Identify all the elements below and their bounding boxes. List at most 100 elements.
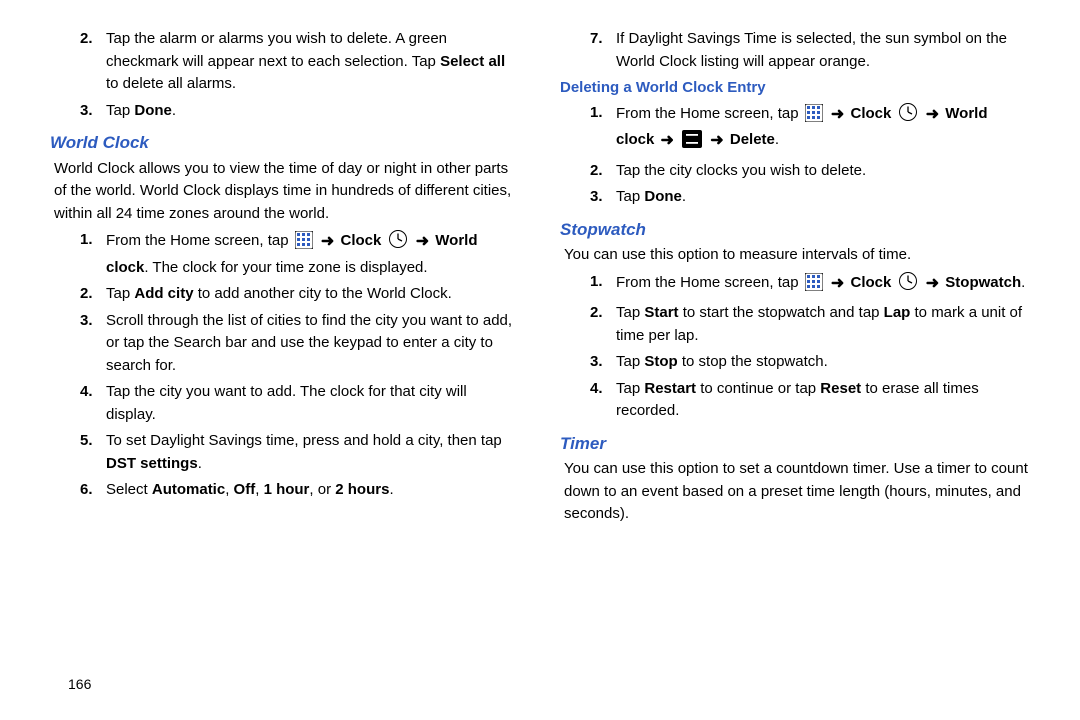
text-run — [381, 232, 385, 249]
step-body: From the Home screen, tap ➜ Clock ➜ Worl… — [106, 229, 520, 279]
text-run: Tap — [616, 304, 644, 321]
step-number: 4. — [590, 378, 616, 423]
text-run: Tap — [106, 102, 134, 119]
step-body: From the Home screen, tap ➜ Clock ➜ Stop… — [616, 271, 1030, 299]
arrow-right-icon: ➜ — [926, 276, 939, 292]
numbered-step: 1.From the Home screen, tap ➜ Clock ➜ Wo… — [50, 229, 520, 279]
numbered-step: 3.Scroll through the list of cities to f… — [50, 310, 520, 378]
step-body: Tap the city you want to add. The clock … — [106, 381, 520, 426]
step-body: Tap Add city to add another city to the … — [106, 283, 520, 306]
text-run: to stop the stopwatch. — [678, 353, 828, 370]
left-column: 2.Tap the alarm or alarms you wish to de… — [40, 28, 530, 720]
arrow-right-icon: ➜ — [416, 234, 429, 250]
text-run: 2 hours — [335, 481, 389, 498]
numbered-step: 3.Tap Done. — [560, 186, 1030, 209]
step-body: Tap the city clocks you wish to delete. — [616, 160, 1030, 183]
arrow-right-icon: ➜ — [321, 234, 334, 250]
step-body: Tap Done. — [106, 100, 520, 123]
right-column: 7.If Daylight Savings Time is selected, … — [550, 28, 1040, 720]
apps-grid-icon — [295, 231, 313, 257]
text-run — [704, 131, 708, 148]
text-run: Tap the city you want to add. The clock … — [106, 383, 467, 423]
text-run: Start — [644, 304, 678, 321]
text-run: to start the stopwatch and tap — [679, 304, 884, 321]
text-run: Tap — [616, 353, 644, 370]
arrow-right-icon: ➜ — [661, 133, 674, 149]
step-number: 2. — [80, 283, 106, 306]
text-run — [315, 232, 319, 249]
numbered-step: 4.Tap Restart to continue or tap Reset t… — [560, 378, 1030, 423]
text-run: Reset — [820, 380, 861, 397]
step-number: 3. — [590, 351, 616, 374]
arrow-right-icon: ➜ — [926, 107, 939, 123]
text-run — [891, 274, 895, 291]
step-number: 6. — [80, 479, 106, 502]
text-run: . — [775, 131, 779, 148]
step-number: 3. — [80, 100, 106, 123]
text-run: Tap — [106, 285, 134, 302]
step-number: 2. — [590, 160, 616, 183]
text-run: . — [682, 188, 686, 205]
text-run: Clock — [851, 105, 892, 122]
text-run: Delete — [730, 131, 775, 148]
step-number: 1. — [80, 229, 106, 279]
text-run: Scroll through the list of cities to fin… — [106, 312, 512, 374]
numbered-step: 3.Tap Done. — [50, 100, 520, 123]
numbered-step: 2.Tap the city clocks you wish to delete… — [560, 160, 1030, 183]
text-run: Stop — [644, 353, 677, 370]
numbered-step: 2.Tap Add city to add another city to th… — [50, 283, 520, 306]
text-run: Done — [134, 102, 172, 119]
intro-paragraph: You can use this option to measure inter… — [560, 244, 1030, 267]
text-run: . The clock for your time zone is displa… — [144, 259, 427, 276]
step-body: Select Automatic, Off, 1 hour, or 2 hour… — [106, 479, 520, 502]
text-run: If Daylight Savings Time is selected, th… — [616, 30, 1007, 70]
page-number: 166 — [68, 676, 91, 692]
text-run: to delete all alarms. — [106, 75, 236, 92]
apps-grid-icon — [805, 273, 823, 299]
step-number: 2. — [80, 28, 106, 96]
step-body: Tap Restart to continue or tap Reset to … — [616, 378, 1030, 423]
text-run — [920, 274, 924, 291]
text-run — [891, 105, 895, 122]
section-heading-timer: Timer — [560, 431, 1030, 457]
text-run: , — [255, 481, 263, 498]
apps-grid-icon — [805, 104, 823, 130]
step-body: Scroll through the list of cities to fin… — [106, 310, 520, 378]
text-run: DST settings — [106, 455, 198, 472]
step-body: If Daylight Savings Time is selected, th… — [616, 28, 1030, 73]
text-run — [676, 131, 680, 148]
text-run: , or — [309, 481, 335, 498]
text-run: Add city — [134, 285, 193, 302]
step-body: Tap Stop to stop the stopwatch. — [616, 351, 1030, 374]
numbered-step: 5.To set Daylight Savings time, press an… — [50, 430, 520, 475]
arrow-right-icon: ➜ — [831, 276, 844, 292]
text-run — [825, 274, 829, 291]
step-number: 3. — [80, 310, 106, 378]
text-run: Clock — [341, 232, 382, 249]
text-run: Select all — [440, 53, 505, 70]
text-run: Off — [234, 481, 256, 498]
numbered-step: 6.Select Automatic, Off, 1 hour, or 2 ho… — [50, 479, 520, 502]
text-run: Tap the alarm or alarms you wish to dele… — [106, 30, 447, 70]
text-run: Tap the city clocks you wish to delete. — [616, 162, 866, 179]
clock-icon — [898, 102, 918, 130]
text-run: to continue or tap — [696, 380, 820, 397]
text-run: . — [1021, 274, 1025, 291]
intro-paragraph: World Clock allows you to view the time … — [50, 158, 520, 226]
arrow-right-icon: ➜ — [831, 107, 844, 123]
text-run: To set Daylight Savings time, press and … — [106, 432, 502, 449]
text-run: From the Home screen, tap — [616, 274, 803, 291]
step-body: From the Home screen, tap ➜ Clock ➜ Worl… — [616, 102, 1030, 156]
section-heading-stopwatch: Stopwatch — [560, 217, 1030, 243]
step-number: 1. — [590, 102, 616, 156]
text-run: Automatic — [152, 481, 225, 498]
text-run: Stopwatch — [945, 274, 1021, 291]
text-run: From the Home screen, tap — [616, 105, 803, 122]
intro-paragraph: You can use this option to set a countdo… — [560, 458, 1030, 526]
step-body: Tap Done. — [616, 186, 1030, 209]
text-run: Tap — [616, 188, 644, 205]
step-number: 5. — [80, 430, 106, 475]
text-run: . — [389, 481, 393, 498]
numbered-step: 1.From the Home screen, tap ➜ Clock ➜ Wo… — [560, 102, 1030, 156]
step-body: To set Daylight Savings time, press and … — [106, 430, 520, 475]
